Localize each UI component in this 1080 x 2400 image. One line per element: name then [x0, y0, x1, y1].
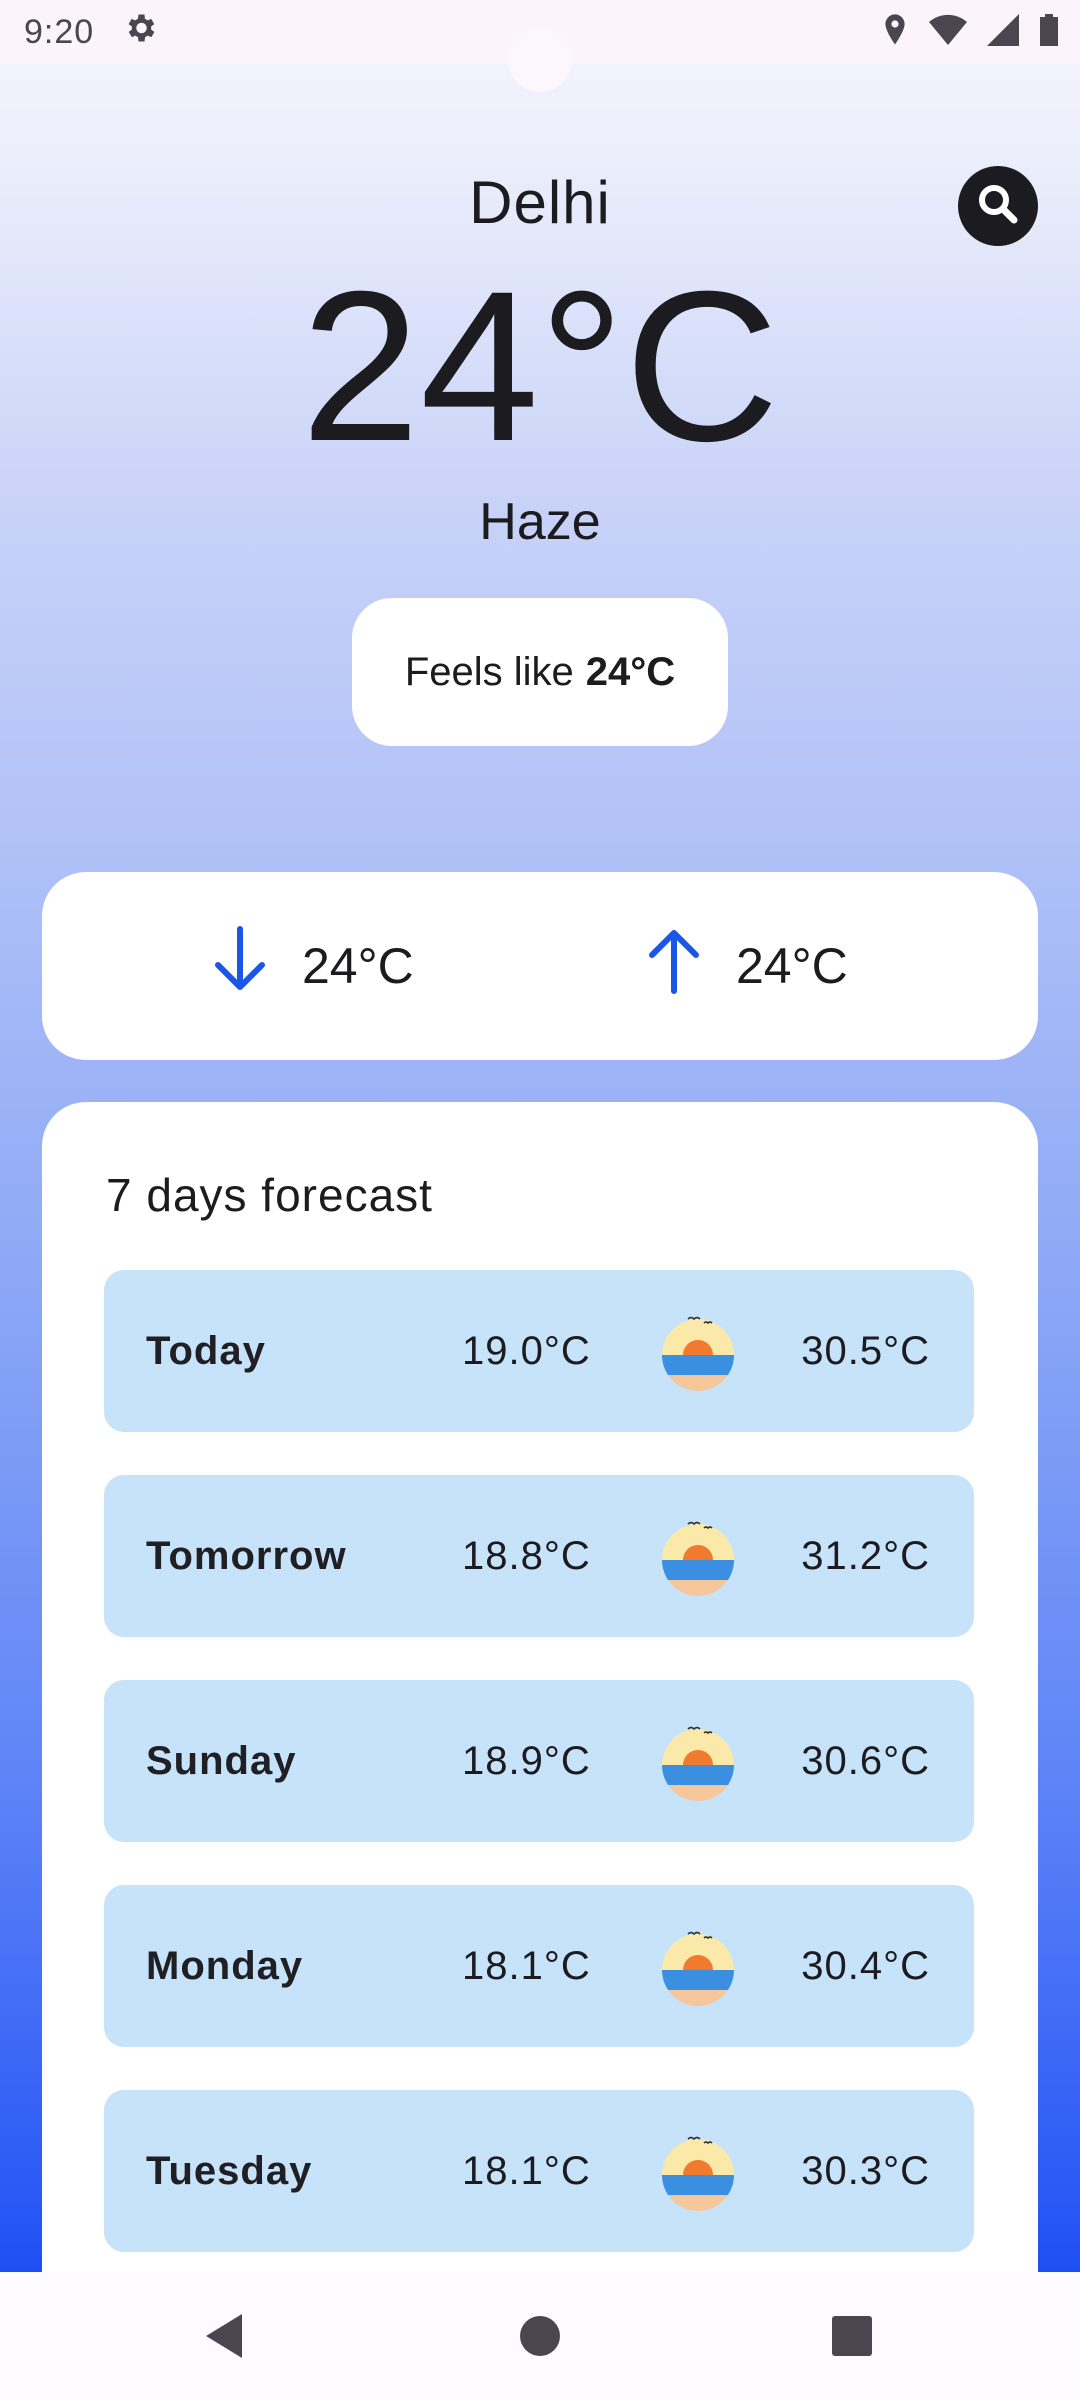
wifi-icon: [928, 13, 968, 56]
battery-icon: [1038, 13, 1060, 56]
home-icon[interactable]: [514, 2310, 566, 2367]
arrow-down-icon: [212, 925, 302, 1007]
forecast-row[interactable]: Sunday 18.9°C 30.6°C: [104, 1680, 974, 1842]
sunset-beach-icon: [658, 1926, 738, 2006]
forecast-low: 19.0°C: [462, 1329, 591, 1373]
signal-icon: [986, 13, 1020, 56]
search-button[interactable]: [958, 166, 1038, 246]
city-name: Delhi: [469, 169, 611, 236]
min-max-card: 24°C 24°C: [42, 872, 1038, 1060]
forecast-row[interactable]: Tomorrow 18.8°C 31.2°C: [104, 1475, 974, 1637]
location-icon: [880, 12, 910, 57]
sunset-beach-icon: [658, 1721, 738, 1801]
forecast-row[interactable]: Today 19.0°C 30.5°C: [104, 1270, 974, 1432]
back-icon[interactable]: [200, 2310, 252, 2367]
forecast-title: 7 days forecast: [106, 1169, 433, 1221]
weather-screen: 9:20 Delhi 24°C Haze Feels like 24°C 24°…: [0, 0, 1080, 2400]
forecast-row[interactable]: Tuesday 18.1°C 30.3°C: [104, 2090, 974, 2252]
max-temperature-value: 24°C: [736, 938, 848, 994]
forecast-low: 18.8°C: [462, 1534, 591, 1578]
status-time: 9:20: [24, 12, 95, 51]
forecast-high: 30.5°C: [801, 1329, 930, 1373]
forecast-low: 18.9°C: [462, 1739, 591, 1783]
search-icon: [974, 180, 1022, 233]
forecast-high: 30.4°C: [801, 1944, 930, 1988]
sunset-beach-icon: [658, 2131, 738, 2211]
min-temperature-value: 24°C: [302, 938, 414, 994]
settings-icon: [122, 10, 158, 55]
forecast-row[interactable]: Monday 18.1°C 30.4°C: [104, 1885, 974, 2047]
forecast-day: Tomorrow: [146, 1534, 347, 1578]
recents-icon[interactable]: [826, 2310, 878, 2367]
forecast-low: 18.1°C: [462, 2149, 591, 2193]
status-icons: [880, 12, 1060, 57]
forecast-list: Today 19.0°C 30.5°C Tomorrow 18.8°C 31.2…: [104, 1270, 974, 2295]
forecast-high: 31.2°C: [801, 1534, 930, 1578]
forecast-day: Tuesday: [146, 2149, 313, 2193]
camera-cutout: [508, 28, 572, 92]
sunset-beach-icon: [658, 1311, 738, 1391]
forecast-day: Today: [146, 1329, 266, 1373]
forecast-low: 18.1°C: [462, 1944, 591, 1988]
sunset-beach-icon: [658, 1516, 738, 1596]
max-temperature: 24°C: [646, 872, 848, 1060]
feels-like-label: Feels like: [404, 649, 574, 694]
forecast-day: Sunday: [146, 1739, 297, 1783]
min-temperature: 24°C: [212, 872, 414, 1060]
forecast-card: 7 days forecast Today 19.0°C 30.5°C Tomo…: [42, 1102, 1038, 2400]
arrow-up-icon: [646, 925, 736, 1007]
forecast-high: 30.6°C: [801, 1739, 930, 1783]
feels-like-badge: Feels like 24°C: [352, 598, 728, 746]
feels-like-value: 24°C: [585, 649, 676, 694]
weather-condition: Haze: [479, 493, 601, 551]
forecast-high: 30.3°C: [801, 2149, 930, 2193]
forecast-day: Monday: [146, 1944, 304, 1988]
navigation-bar: [0, 2272, 1080, 2400]
current-temperature: 24°C: [300, 247, 780, 486]
